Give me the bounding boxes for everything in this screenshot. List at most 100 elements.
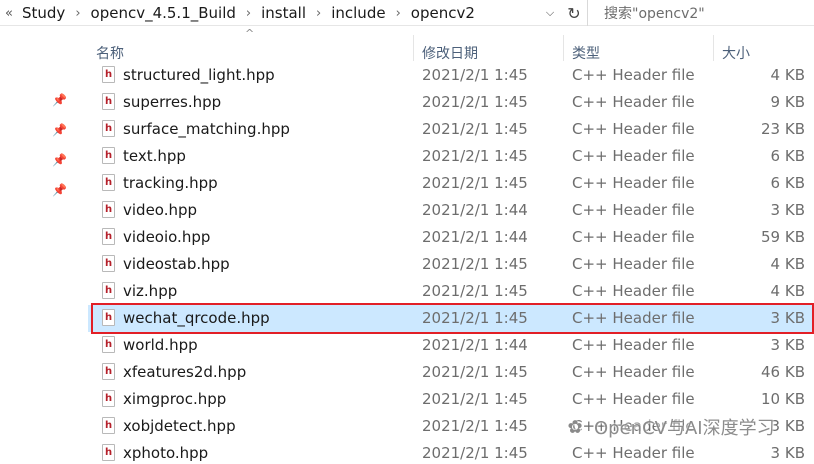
file-row[interactable]: h xphoto.hpp 2021/2/1 1:45 C++ Header file 3… [88,440,814,464]
file-type: C++ Header file [572,201,695,219]
file-row[interactable]: h viz.hpp 2021/2/1 1:45 C++ Header file 4 KB [88,278,814,305]
pin-icon: 📌 [52,93,67,107]
file-type: C++ Header file [572,444,695,462]
recent-locations-icon[interactable]: « [0,6,18,21]
column-divider[interactable] [413,35,414,61]
address-bar[interactable]: « Study › opencv_4.5.1_Build › install ›… [0,0,588,26]
file-date: 2021/2/1 1:45 [422,147,528,165]
navigation-pane: 📌 📌 📌 📌 [0,27,76,464]
breadcrumb-separator-icon[interactable]: › [310,6,327,21]
breadcrumb-include[interactable]: include [327,4,389,22]
header-file-icon: h [102,174,115,191]
file-row[interactable]: h xfeatures2d.hpp 2021/2/1 1:45 C++ Header … [88,359,814,386]
pin-icon: 📌 [52,183,67,197]
file-type: C++ Header file [572,363,695,381]
header-file-glyph: h [104,150,113,161]
header-file-icon: h [102,93,115,110]
file-name: xobjdetect.hpp [123,417,236,435]
file-type: C++ Header file [572,93,695,111]
file-row[interactable]: h videostab.hpp 2021/2/1 1:45 C++ Header fi… [88,251,814,278]
column-divider[interactable] [713,35,714,61]
refresh-icon[interactable]: ↻ [563,2,585,24]
file-size: 3 KB [770,336,805,354]
file-row[interactable]: h world.hpp 2021/2/1 1:44 C++ Header file 3 … [88,332,814,359]
file-list: h structured_light.hpp 2021/2/1 1:45 C++ He… [88,62,814,464]
header-file-glyph: h [104,69,113,80]
header-file-glyph: h [104,312,113,323]
file-name: surface_matching.hpp [123,120,290,138]
breadcrumb-opencv-build[interactable]: opencv_4.5.1_Build [87,4,240,22]
file-date: 2021/2/1 1:45 [422,363,528,381]
breadcrumb-study[interactable]: Study [18,4,69,22]
file-name: wechat_qrcode.hpp [123,309,270,327]
address-dropdown-icon[interactable]: ⌵ [540,3,560,23]
header-file-icon: h [102,336,115,353]
file-size: 3 KB [770,444,805,462]
header-file-icon: h [102,66,115,83]
column-divider[interactable] [563,35,564,61]
header-file-glyph: h [104,366,113,377]
file-row[interactable]: h videoio.hpp 2021/2/1 1:44 C++ Header file… [88,224,814,251]
watermark: ✿ OpenCV与AI深度学习 [562,414,774,440]
header-file-glyph: h [104,96,113,107]
file-type: C++ Header file [572,228,695,246]
column-header-date[interactable]: 修改日期 [422,43,478,63]
breadcrumb-install[interactable]: install [257,4,310,22]
file-date: 2021/2/1 1:45 [422,66,528,84]
column-header-name[interactable]: 名称 [96,43,124,63]
file-row[interactable]: h superres.hpp 2021/2/1 1:45 C++ Header fil… [88,89,814,116]
breadcrumb-separator-icon[interactable]: › [390,6,407,21]
header-file-glyph: h [104,177,113,188]
header-file-glyph: h [104,204,113,215]
search-input[interactable]: 搜索"opencv2" [596,1,814,24]
file-row[interactable]: h wechat_qrcode.hpp 2021/2/1 1:45 C++ Heade… [88,305,814,332]
file-size: 6 KB [770,147,805,165]
file-type: C++ Header file [572,255,695,273]
wechat-logo-icon: ✿ [567,416,583,438]
header-file-glyph: h [104,447,113,458]
file-name: structured_light.hpp [123,66,275,84]
file-type: C++ Header file [572,66,695,84]
header-file-icon: h [102,201,115,218]
file-name: videoio.hpp [123,228,211,246]
header-file-glyph: h [104,231,113,242]
column-header: ^ 名称 修改日期 类型 大小 [88,27,814,63]
file-row[interactable]: h ximgproc.hpp 2021/2/1 1:45 C++ Header fil… [88,386,814,413]
file-row[interactable]: h text.hpp 2021/2/1 1:45 C++ Header file 6 K… [88,143,814,170]
file-name: viz.hpp [123,282,178,300]
file-date: 2021/2/1 1:44 [422,336,528,354]
file-type: C++ Header file [572,336,695,354]
file-type: C++ Header file [572,390,695,408]
file-date: 2021/2/1 1:45 [422,444,528,462]
file-type: C++ Header file [572,309,695,327]
file-date: 2021/2/1 1:45 [422,93,528,111]
file-row[interactable]: h tracking.hpp 2021/2/1 1:45 C++ Header fil… [88,170,814,197]
column-header-size[interactable]: 大小 [722,43,750,63]
breadcrumb-opencv2[interactable]: opencv2 [407,4,479,22]
file-size: 4 KB [770,255,805,273]
column-header-type[interactable]: 类型 [572,43,600,63]
file-row[interactable]: h structured_light.hpp 2021/2/1 1:45 C++ He… [88,62,814,89]
file-row[interactable]: h surface_matching.hpp 2021/2/1 1:45 C++ He… [88,116,814,143]
breadcrumb-separator-icon[interactable]: › [240,6,257,21]
header-file-icon: h [102,282,115,299]
file-date: 2021/2/1 1:44 [422,201,528,219]
file-date: 2021/2/1 1:45 [422,255,528,273]
breadcrumb-separator-icon[interactable]: › [69,6,86,21]
file-date: 2021/2/1 1:45 [422,390,528,408]
file-size: 4 KB [770,66,805,84]
file-type: C++ Header file [572,120,695,138]
file-date: 2021/2/1 1:45 [422,309,528,327]
file-size: 9 KB [770,93,805,111]
file-row[interactable]: h video.hpp 2021/2/1 1:44 C++ Header file 3 … [88,197,814,224]
pin-icon: 📌 [52,153,67,167]
file-name: video.hpp [123,201,198,219]
file-name: world.hpp [123,336,198,354]
file-size: 3 KB [770,309,805,327]
file-name: ximgproc.hpp [123,390,227,408]
file-date: 2021/2/1 1:45 [422,120,528,138]
file-name: text.hpp [123,147,186,165]
header-file-glyph: h [104,393,113,404]
address-bar-row: « Study › opencv_4.5.1_Build › install ›… [0,0,814,26]
header-file-icon: h [102,363,115,380]
